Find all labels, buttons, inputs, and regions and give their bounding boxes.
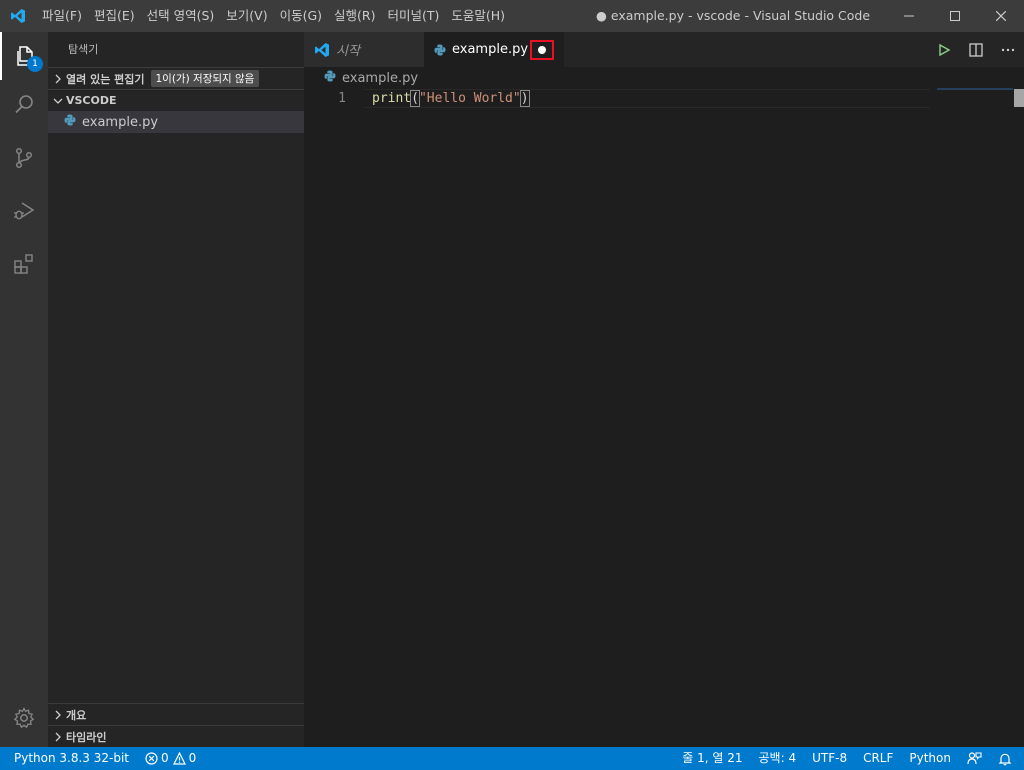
source-control-icon xyxy=(15,147,33,169)
end-of-line[interactable]: CRLF xyxy=(855,747,901,770)
minimize-icon xyxy=(904,15,914,17)
vertical-scrollbar[interactable] xyxy=(1014,89,1024,107)
chevron-down-icon xyxy=(50,96,66,106)
folder-label: VSCODE xyxy=(66,94,117,107)
activity-source-control[interactable] xyxy=(0,134,48,182)
search-icon xyxy=(15,95,33,114)
timeline-header[interactable]: 타임라인 xyxy=(48,725,304,747)
close-button[interactable] xyxy=(978,0,1024,32)
activity-search[interactable] xyxy=(0,80,48,128)
code-editor[interactable]: 1 print("Hello World") xyxy=(304,89,1024,108)
sidebar-title: 탐색기 xyxy=(68,43,99,56)
chevron-right-icon xyxy=(50,74,66,84)
more-actions-button[interactable] xyxy=(992,32,1024,67)
menu-run[interactable]: 실행(R) xyxy=(328,0,381,32)
open-editors-header[interactable]: 열려 있는 편집기 1이(가) 저장되지 않음 xyxy=(48,67,304,89)
outline-label: 개요 xyxy=(66,708,87,722)
close-icon xyxy=(996,11,1006,21)
tab-welcome[interactable]: 시작 xyxy=(304,32,424,67)
token-paren-close: ) xyxy=(519,90,530,107)
activity-run-debug[interactable] xyxy=(0,187,48,235)
error-count: 0 xyxy=(161,751,169,765)
problems-indicator[interactable]: 0 0 xyxy=(137,747,204,770)
activity-explorer[interactable]: 1 xyxy=(0,32,48,80)
language-mode[interactable]: Python xyxy=(901,747,959,770)
editor-tabs: 시작 example.py xyxy=(304,32,1024,67)
tab-example-py[interactable]: example.py xyxy=(424,32,565,67)
activity-bar: 1 xyxy=(0,32,48,747)
split-editor-button[interactable] xyxy=(960,32,992,67)
python-file-icon xyxy=(324,70,336,86)
sidebar-bottom-sections: 개요 타임라인 xyxy=(48,703,304,747)
split-editor-icon xyxy=(969,42,983,57)
title-bar: 파일(F) 편집(E) 선택 영역(S) 보기(V) 이동(G) 실행(R) 터… xyxy=(0,0,1024,32)
chevron-right-icon xyxy=(50,710,66,720)
token-string: "Hello World" xyxy=(418,91,521,106)
maximize-icon xyxy=(950,11,960,21)
python-interpreter[interactable]: Python 3.8.3 32-bit xyxy=(6,747,137,770)
run-python-file-button[interactable] xyxy=(928,32,960,67)
line-code: print("Hello World") xyxy=(372,90,530,107)
maximize-button[interactable] xyxy=(932,0,978,32)
extensions-icon xyxy=(14,254,33,274)
tab-label: example.py xyxy=(452,42,529,57)
error-icon xyxy=(145,752,158,765)
vscode-logo-icon xyxy=(314,42,330,58)
window-title: ● example.py - vscode - Visual Studio Co… xyxy=(596,8,871,23)
activity-extensions[interactable] xyxy=(0,240,48,288)
token-paren-open: ( xyxy=(410,90,420,107)
bell-icon xyxy=(998,753,1012,765)
token-function: print xyxy=(372,91,412,106)
unsaved-dot-icon[interactable] xyxy=(530,39,555,60)
python-file-icon xyxy=(434,44,446,56)
tab-label: 시작 xyxy=(336,44,360,59)
breadcrumb[interactable]: example.py xyxy=(304,67,1024,89)
minimize-button[interactable] xyxy=(886,0,932,32)
gear-icon xyxy=(13,707,35,729)
encoding[interactable]: UTF-8 xyxy=(804,747,855,770)
menu-go[interactable]: 이동(G) xyxy=(274,0,328,32)
menu-terminal[interactable]: 터미널(T) xyxy=(382,0,446,32)
vscode-logo-icon xyxy=(0,0,36,32)
menu-view[interactable]: 보기(V) xyxy=(220,0,273,32)
chevron-right-icon xyxy=(50,732,66,742)
editor-actions xyxy=(928,32,1024,67)
notifications-button[interactable] xyxy=(990,747,1020,770)
unsaved-count-badge: 1이(가) 저장되지 않음 xyxy=(150,70,260,87)
file-example-py[interactable]: example.py xyxy=(48,111,304,133)
activity-manage[interactable] xyxy=(0,694,48,742)
explorer-sidebar: 탐색기 열려 있는 편집기 1이(가) 저장되지 않음 VSCODE examp… xyxy=(48,32,304,747)
menu-bar: 파일(F) 편집(E) 선택 영역(S) 보기(V) 이동(G) 실행(R) 터… xyxy=(36,0,511,32)
explorer-badge: 1 xyxy=(27,56,43,72)
breadcrumb-file: example.py xyxy=(342,70,419,86)
feedback-icon xyxy=(967,752,982,765)
indentation[interactable]: 공백: 4 xyxy=(751,747,805,770)
menu-selection[interactable]: 선택 영역(S) xyxy=(141,0,221,32)
open-editors-label: 열려 있는 편집기 xyxy=(66,72,145,86)
menu-edit[interactable]: 편집(E) xyxy=(88,0,141,32)
timeline-label: 타임라인 xyxy=(66,730,107,744)
python-file-icon xyxy=(64,114,76,130)
ellipsis-icon xyxy=(1001,48,1015,51)
minimap-content xyxy=(937,88,1013,90)
status-bar: Python 3.8.3 32-bit 0 0 줄 1, 열 21 공백: 4 … xyxy=(0,747,1024,770)
cursor-position[interactable]: 줄 1, 열 21 xyxy=(674,747,750,770)
folder-header-vscode[interactable]: VSCODE xyxy=(48,89,304,111)
editor-group: 시작 example.py example.py 1 print("Hello xyxy=(304,32,1024,747)
file-name: example.py xyxy=(82,114,159,130)
warning-count: 0 xyxy=(188,751,197,765)
run-debug-icon xyxy=(14,202,35,220)
play-icon xyxy=(939,43,951,56)
feedback-button[interactable] xyxy=(959,747,990,770)
code-line: 1 print("Hello World") xyxy=(304,89,1024,108)
warning-icon xyxy=(172,752,186,765)
menu-file[interactable]: 파일(F) xyxy=(36,0,88,32)
line-number: 1 xyxy=(338,91,346,106)
window-controls xyxy=(886,0,1024,32)
menu-help[interactable]: 도움말(H) xyxy=(445,0,511,32)
outline-header[interactable]: 개요 xyxy=(48,703,304,725)
